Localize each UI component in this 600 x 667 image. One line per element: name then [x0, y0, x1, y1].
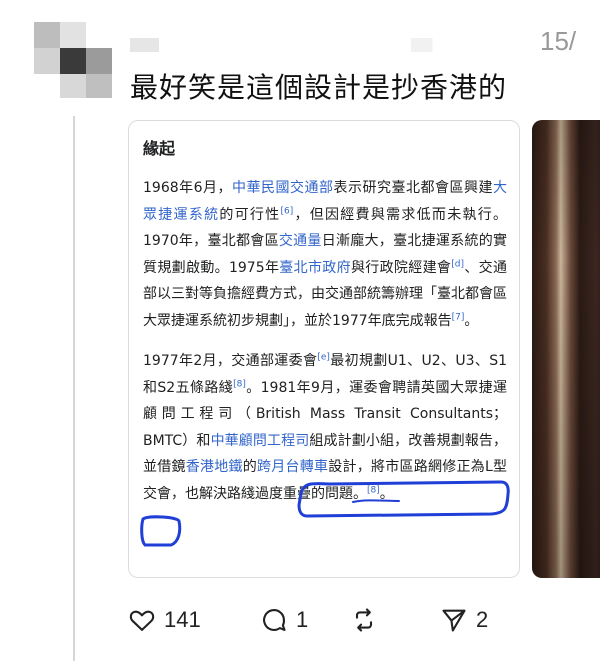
- wiki-link[interactable]: 中華民國交通部: [232, 180, 334, 196]
- wiki-link[interactable]: 臺北市政府: [279, 260, 351, 276]
- second-image-thumbnail[interactable]: [532, 120, 600, 578]
- repost-icon: [355, 608, 373, 632]
- attached-image-wiki-excerpt[interactable]: 緣起 1968年6月，中華民國交通部表示研究臺北都會區興建大眾捷運系統的可行性[…: [128, 120, 520, 578]
- citation-ref[interactable]: [6]: [280, 206, 293, 216]
- comment-icon: [263, 609, 286, 631]
- share-button[interactable]: 2: [440, 600, 488, 640]
- body-text: 1968年6月，: [143, 180, 233, 196]
- citation-ref[interactable]: [8]: [233, 379, 246, 389]
- citation-ref[interactable]: [e]: [317, 352, 330, 362]
- share-count: 2: [476, 607, 489, 632]
- repost-button[interactable]: [350, 600, 386, 640]
- like-button[interactable]: 141: [128, 600, 201, 640]
- paragraph-2: 1977年2月，交通部運委會[e]最初規劃U1、U2、U3、S1和S2五條路綫[…: [143, 348, 507, 507]
- wiki-link[interactable]: 跨月台轉車: [257, 459, 328, 475]
- body-text: 的: [242, 459, 257, 475]
- body-text: 與行政院經建會: [350, 259, 452, 276]
- body-text: 。: [464, 312, 479, 329]
- body-text: 1977年2月，交通部運委會: [143, 353, 318, 369]
- avatar[interactable]: [34, 22, 114, 98]
- reply-button[interactable]: 1: [260, 600, 308, 640]
- citation-ref[interactable]: [7]: [452, 312, 465, 322]
- reply-count: 1: [296, 607, 309, 632]
- like-count: 141: [164, 607, 201, 632]
- citation-ref[interactable]: [d]: [451, 259, 464, 269]
- thread-line: [73, 116, 75, 661]
- share-icon: [442, 609, 466, 632]
- body-text: 表示研究臺北都會區興建: [333, 180, 494, 196]
- wiki-link[interactable]: 香港地鐵: [186, 459, 243, 475]
- paragraph-1: 1968年6月，中華民國交通部表示研究臺北都會區興建大眾捷運系統的可行性[6]，…: [143, 175, 507, 334]
- body-text: 。: [379, 485, 394, 502]
- username-redacted[interactable]: [130, 38, 490, 52]
- timestamp: 15/: [540, 26, 577, 56]
- wiki-link[interactable]: 交通量: [279, 233, 322, 249]
- citation-ref[interactable]: [8]: [367, 485, 380, 495]
- wiki-link[interactable]: 中華顧問工程司: [211, 433, 310, 449]
- heart-icon: [129, 610, 155, 631]
- section-title: 緣起: [143, 139, 176, 158]
- post-text: 最好笑是這個設計是抄香港的: [130, 71, 508, 104]
- body-text: 的可行性: [219, 206, 281, 223]
